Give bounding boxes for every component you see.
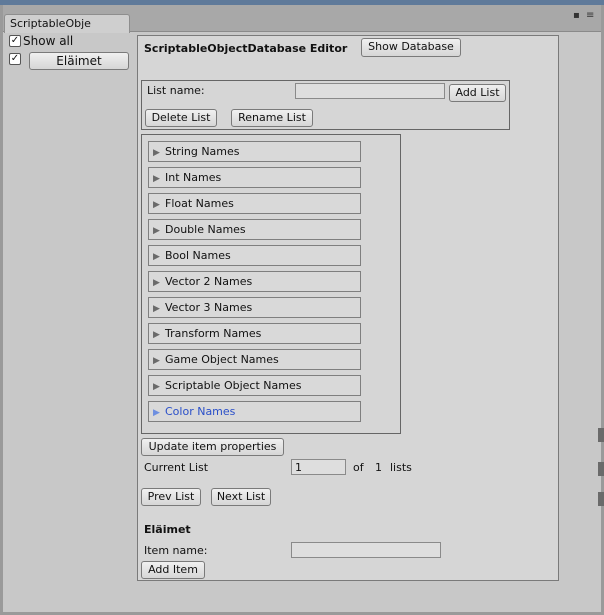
right-edge-marker <box>598 462 604 476</box>
foldout-arrow-icon: ▶ <box>153 278 160 288</box>
foldout-arrow-icon: ▶ <box>153 304 160 314</box>
editor-title: ScriptableObjectDatabase Editor <box>144 42 348 55</box>
foldout-double-names[interactable]: ▶ Double Names <box>148 219 361 240</box>
list-name-label: List name: <box>147 84 205 97</box>
foldout-transform-names[interactable]: ▶ Transform Names <box>148 323 361 344</box>
foldout-arrow-icon: ▶ <box>153 330 160 340</box>
foldout-string-names[interactable]: ▶ String Names <box>148 141 361 162</box>
item-checkbox[interactable]: ✓ <box>9 53 21 65</box>
foldout-int-names[interactable]: ▶ Int Names <box>148 167 361 188</box>
window-menu-icon[interactable]: ≡ <box>586 11 594 21</box>
foldout-vector3-names[interactable]: ▶ Vector 3 Names <box>148 297 361 318</box>
foldout-vector2-names[interactable]: ▶ Vector 2 Names <box>148 271 361 292</box>
section-title: Eläimet <box>144 523 191 536</box>
foldout-arrow-icon: ▶ <box>153 252 160 262</box>
foldout-scriptable-object-names[interactable]: ▶ Scriptable Object Names <box>148 375 361 396</box>
foldout-float-names[interactable]: ▶ Float Names <box>148 193 361 214</box>
foldout-arrow-icon: ▶ <box>153 356 160 366</box>
foldout-arrow-icon: ▶ <box>153 408 160 418</box>
foldout-label: Vector 3 Names <box>165 301 253 314</box>
right-edge-marker <box>598 428 604 442</box>
tab-scriptableobject[interactable]: ScriptableObje <box>4 14 130 33</box>
foldout-label: Float Names <box>165 197 234 210</box>
foldout-arrow-icon: ▶ <box>153 382 160 392</box>
foldout-label: Scriptable Object Names <box>165 379 302 392</box>
next-list-button[interactable]: Next List <box>211 488 271 506</box>
sidebar-item-elaimet[interactable]: Eläimet <box>29 52 129 70</box>
lists-label: lists <box>390 461 412 474</box>
foldout-label: Double Names <box>165 223 246 236</box>
show-database-button[interactable]: Show Database <box>361 38 461 57</box>
foldout-arrow-icon: ▶ <box>153 226 160 236</box>
total-lists-value: 1 <box>375 461 382 474</box>
update-item-properties-button[interactable]: Update item properties <box>141 438 284 456</box>
foldout-label: String Names <box>165 145 240 158</box>
foldout-arrow-icon: ▶ <box>153 174 160 184</box>
foldout-bool-names[interactable]: ▶ Bool Names <box>148 245 361 266</box>
foldout-arrow-icon: ▶ <box>153 200 160 210</box>
foldout-label: Game Object Names <box>165 353 279 366</box>
right-edge-marker <box>598 492 604 506</box>
foldout-label: Vector 2 Names <box>165 275 253 288</box>
foldout-game-object-names[interactable]: ▶ Game Object Names <box>148 349 361 370</box>
foldout-label: Bool Names <box>165 249 231 262</box>
current-list-label: Current List <box>144 461 209 474</box>
list-name-input[interactable] <box>295 83 445 99</box>
add-item-button[interactable]: Add Item <box>141 561 205 579</box>
delete-list-button[interactable]: Delete List <box>145 109 217 127</box>
foldout-label: Transform Names <box>165 327 262 340</box>
maximize-icon[interactable]: ▪ <box>573 11 580 21</box>
rename-list-button[interactable]: Rename List <box>231 109 313 127</box>
current-list-input[interactable]: 1 <box>291 459 346 475</box>
foldout-arrow-icon: ▶ <box>153 148 160 158</box>
show-all-checkbox[interactable]: ✓ <box>9 35 21 47</box>
add-list-button[interactable]: Add List <box>449 84 506 102</box>
item-name-input[interactable] <box>291 542 441 558</box>
item-name-label: Item name: <box>144 544 208 557</box>
show-all-label: Show all <box>23 34 74 48</box>
foldout-label: Color Names <box>165 405 236 418</box>
of-label: of <box>353 461 364 474</box>
window-left-edge <box>0 5 3 615</box>
foldout-label: Int Names <box>165 171 222 184</box>
foldout-color-names[interactable]: ▶ Color Names <box>148 401 361 422</box>
prev-list-button[interactable]: Prev List <box>141 488 201 506</box>
